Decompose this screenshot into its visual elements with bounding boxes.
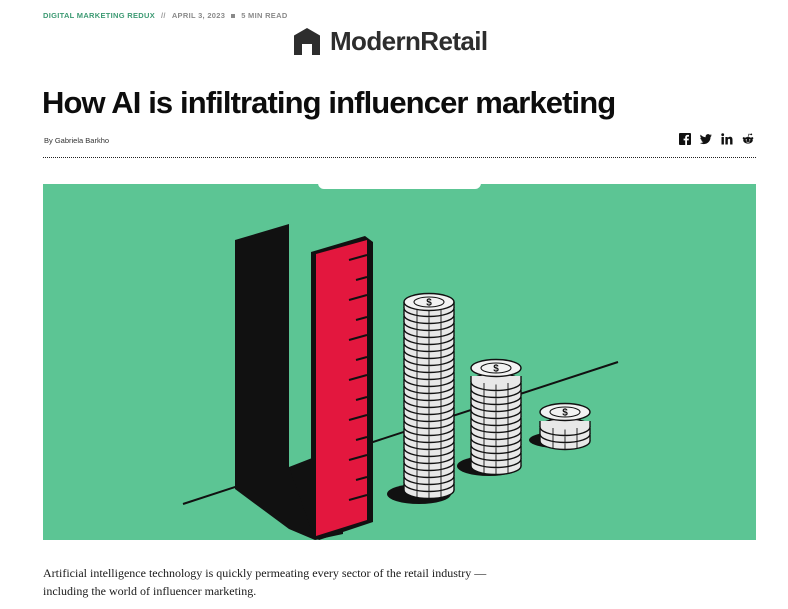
facebook-icon[interactable]: [679, 133, 691, 145]
meta-dot: [231, 13, 236, 18]
illustration-ruler-coins: $: [182, 224, 619, 540]
article-dek: Artificial intelligence technology is qu…: [43, 566, 487, 598]
author-byline: By Gabriela Barkho: [44, 136, 110, 145]
storefront-logo-icon: [294, 27, 320, 55]
logo-wordmark: ModernRetail: [330, 26, 488, 56]
share-bar: [679, 133, 754, 145]
category-link[interactable]: DIGITAL MARKETING REDUX: [43, 11, 155, 20]
publish-date: APRIL 3, 2023: [171, 11, 226, 20]
reddit-icon[interactable]: [742, 133, 754, 145]
twitter-icon[interactable]: [700, 133, 712, 145]
linkedin-icon[interactable]: [721, 133, 733, 145]
article-title: How AI is infiltrating influencer market…: [42, 85, 616, 120]
header-divider: [43, 157, 756, 158]
hero-top-tab: [318, 180, 481, 189]
hero-image: $: [43, 184, 756, 540]
read-time: 5 MIN READ: [241, 11, 288, 20]
article-meta: DIGITAL MARKETING REDUX // APRIL 3, 2023…: [43, 11, 288, 20]
meta-separator: //: [161, 11, 166, 20]
site-logo[interactable]: ModernRetail: [292, 26, 488, 57]
